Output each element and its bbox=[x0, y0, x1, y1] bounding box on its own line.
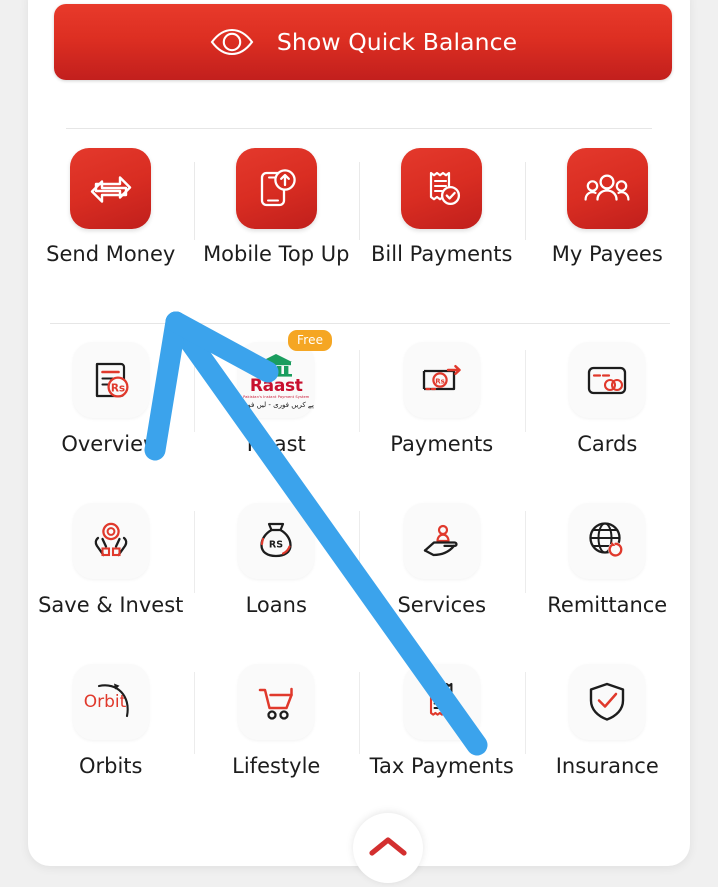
eye-icon bbox=[209, 27, 255, 57]
service-label: Remittance bbox=[547, 593, 668, 617]
bill-check-icon bbox=[401, 148, 483, 229]
services-row: Save & Invest RS Loans Services Remittan… bbox=[28, 503, 690, 664]
service-tile-overview[interactable]: Rs Overview bbox=[28, 342, 194, 503]
service-tile-orbits[interactable]: Orbit Orbits bbox=[28, 664, 194, 825]
hand-person-icon bbox=[403, 503, 480, 579]
services-row: Rs Overview Free Raast Pakistan's Instan… bbox=[28, 330, 691, 503]
hands-savings-icon bbox=[72, 503, 149, 579]
shopping-cart-icon bbox=[238, 664, 315, 740]
mobile-topup-icon bbox=[235, 148, 317, 229]
service-label: Orbits bbox=[78, 754, 143, 778]
main-content-card: Show Quick Balance Send Money Mobile Top… bbox=[28, 0, 691, 883]
statement-rupee-icon: Rs bbox=[72, 342, 149, 418]
quick-action-label: Mobile Top Up bbox=[203, 242, 350, 266]
service-label: Cards bbox=[577, 432, 638, 456]
raast-tagline: Pakistan's Instant Payment System bbox=[243, 395, 310, 400]
show-quick-balance-button[interactable]: Show Quick Balance bbox=[54, 4, 672, 80]
service-label: Lifestyle bbox=[232, 754, 321, 778]
service-label: Insurance bbox=[555, 754, 659, 778]
service-label: Services bbox=[397, 593, 487, 617]
orbit-text-icon: Orbit bbox=[72, 664, 149, 740]
quick-action-label: My Payees bbox=[551, 242, 663, 266]
service-label: Payments bbox=[390, 432, 494, 456]
divider-top bbox=[66, 128, 652, 129]
money-bag-rupee-icon: RS bbox=[238, 503, 315, 579]
service-label: Save & Invest bbox=[38, 593, 184, 617]
quick-action-mobile-topup[interactable]: Mobile Top Up bbox=[193, 148, 360, 288]
service-tile-insurance[interactable]: Insurance bbox=[524, 664, 691, 825]
service-tile-tax-payments[interactable]: Tax Payments bbox=[359, 664, 525, 825]
credit-card-icon bbox=[569, 342, 646, 418]
globe-refresh-icon bbox=[569, 503, 646, 579]
transfer-arrows-icon bbox=[70, 148, 152, 229]
services-grid: Rs Overview Free Raast Pakistan's Instan… bbox=[28, 330, 691, 825]
chevron-up-icon bbox=[366, 834, 410, 863]
service-tile-cards[interactable]: Cards bbox=[524, 342, 691, 503]
service-label: Overview bbox=[61, 432, 161, 456]
service-tile-save-invest[interactable]: Save & Invest bbox=[28, 503, 194, 664]
divider-middle bbox=[50, 323, 670, 324]
service-tile-remittance[interactable]: Remittance bbox=[524, 503, 691, 664]
payment-rupee-arrow-icon: Rs bbox=[403, 342, 480, 418]
quick-action-my-payees[interactable]: My Payees bbox=[524, 148, 691, 288]
scroll-up-button[interactable] bbox=[353, 813, 423, 883]
service-tile-raast[interactable]: Free Raast Pakistan's Instant Payment Sy… bbox=[193, 330, 360, 503]
service-label: Loans bbox=[245, 593, 307, 617]
people-group-icon bbox=[566, 148, 648, 229]
shield-check-icon bbox=[569, 664, 646, 740]
service-label: Raast bbox=[246, 432, 306, 456]
services-row: Orbit Orbits Lifestyle Tax Payments Insu… bbox=[28, 664, 690, 825]
quick-action-bill-payments[interactable]: Bill Payments bbox=[359, 148, 525, 288]
svg-text:RS: RS bbox=[269, 540, 283, 551]
service-tile-services[interactable]: Services bbox=[359, 503, 525, 664]
quick-action-label: Bill Payments bbox=[371, 242, 513, 266]
quick-balance-label: Show Quick Balance bbox=[276, 28, 518, 56]
svg-text:Rs: Rs bbox=[435, 377, 445, 385]
quick-actions-row: Send Money Mobile Top Up Bill Payments M… bbox=[28, 148, 690, 288]
svg-text:Rs: Rs bbox=[111, 382, 125, 394]
service-tile-lifestyle[interactable]: Lifestyle bbox=[193, 664, 360, 825]
quick-action-send-money[interactable]: Send Money bbox=[28, 148, 194, 288]
service-tile-payments[interactable]: Rs Payments bbox=[359, 342, 525, 503]
quick-action-label: Send Money bbox=[46, 242, 176, 266]
service-label: Tax Payments bbox=[369, 754, 514, 778]
raast-wordmark: Raast bbox=[249, 375, 303, 396]
raast-logo-icon: Free Raast Pakistan's Instant Payment Sy… bbox=[238, 330, 333, 418]
service-tile-loans[interactable]: RS Loans bbox=[193, 503, 360, 664]
raast-urdu-text: پے کریں فوری - لیں فوری bbox=[238, 401, 314, 410]
free-badge: Free bbox=[287, 330, 333, 351]
tax-documents-icon bbox=[403, 664, 480, 740]
